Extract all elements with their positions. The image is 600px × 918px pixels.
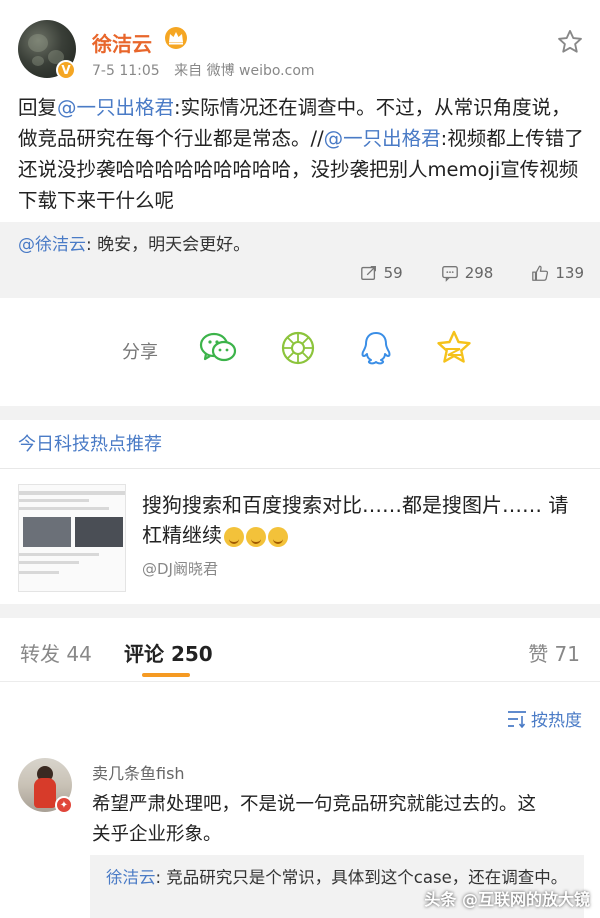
- post-body: 回复@一只出格君:实际情况还在调查中。不过，从常识角度说，做竞品研究在每个行业都…: [18, 92, 588, 216]
- repost-text: @徐洁云: 晚安，明天会更好。: [18, 230, 250, 255]
- like-count-button[interactable]: 139: [531, 264, 584, 282]
- hot-section-title[interactable]: 今日科技热点推荐: [18, 430, 162, 456]
- repost-mention[interactable]: @徐洁云: [18, 235, 86, 255]
- hot-headline-text: 搜狗搜索和百度搜索对比……都是搜图片…… 请杠精继续: [142, 493, 569, 547]
- hot-recommend-section: 今日科技热点推荐 搜狗搜索和百度搜索对比……都是搜图片…… 请杠精继续 @DJ阚…: [0, 420, 600, 604]
- watermark: 头条 @互联网的放大镜: [424, 890, 590, 909]
- sort-icon: [508, 710, 526, 728]
- section-gap: [0, 406, 600, 420]
- tab-repost[interactable]: 转发 44: [20, 638, 92, 667]
- favorite-star-icon[interactable]: [556, 28, 584, 56]
- sort-by-hot-button[interactable]: 按热度: [507, 706, 582, 731]
- mention-link[interactable]: @一只出格君: [57, 96, 174, 119]
- section-gap: [0, 604, 600, 618]
- tab-like[interactable]: 赞 71: [528, 638, 580, 667]
- repost-icon: [360, 266, 376, 280]
- hot-headline[interactable]: 搜狗搜索和百度搜索对比……都是搜图片…… 请杠精继续: [142, 490, 582, 550]
- moments-icon[interactable]: [278, 328, 318, 368]
- verified-badge-icon: V: [56, 60, 76, 80]
- qzone-icon[interactable]: [434, 328, 474, 368]
- comment-icon: [441, 266, 458, 282]
- tab-comment[interactable]: 评论 250: [124, 638, 213, 667]
- comment-text: 希望严肃处理吧，不是说一句竞品研究就能过去的。这关乎企业形象。: [92, 794, 537, 845]
- share-row: 分享: [0, 298, 600, 406]
- weibo-post: V 徐洁云 7-5 11:05 来自 微博 weibo.com 回复@一只出格君…: [0, 0, 600, 298]
- reply-prefix: 回复: [18, 96, 58, 119]
- grin-emoji-icon: [246, 526, 266, 547]
- share-label: 分享: [122, 342, 158, 363]
- author-name[interactable]: 徐洁云: [92, 28, 152, 57]
- vip-badge-icon: ✦: [55, 796, 73, 814]
- hot-thumbnail[interactable]: [18, 484, 126, 592]
- thumbs-up-icon: [532, 265, 549, 281]
- grin-emoji-icon: [224, 526, 244, 547]
- hot-author[interactable]: @DJ阚晓君: [142, 558, 218, 579]
- sort-label: 按热度: [531, 711, 582, 731]
- wechat-icon[interactable]: [198, 328, 238, 368]
- qq-icon[interactable]: [356, 328, 396, 368]
- post-time: 7-5 11:05: [92, 63, 160, 79]
- post-stats: 59 298 139: [360, 264, 584, 282]
- repost-count-button[interactable]: 59: [360, 264, 403, 282]
- mention-link[interactable]: @一只出格君: [324, 127, 441, 150]
- comment-count: 298: [464, 264, 494, 282]
- commenter-name[interactable]: 卖几条鱼fish: [92, 760, 185, 784]
- repost-count: 59: [383, 264, 403, 282]
- reply-author[interactable]: 徐洁云: [106, 868, 156, 887]
- like-count: 139: [555, 264, 584, 282]
- repost-box[interactable]: @徐洁云: 晚安，明天会更好。 59 298 139: [0, 222, 600, 298]
- divider: [0, 468, 600, 469]
- active-tab-indicator: [142, 673, 190, 677]
- crown-icon: [165, 27, 187, 49]
- reply-content: : 竞品研究只是个常识，具体到这个case，还在调查中。: [155, 868, 568, 887]
- interaction-tabs: 转发 44 评论 250 赞 71: [0, 618, 600, 682]
- post-source: 来自 微博 weibo.com: [174, 63, 315, 79]
- grin-emoji-icon: [268, 526, 288, 547]
- comment-count-button[interactable]: 298: [441, 264, 494, 282]
- repost-content: : 晚安，明天会更好。: [86, 235, 251, 255]
- post-meta: 7-5 11:05 来自 微博 weibo.com: [92, 60, 325, 80]
